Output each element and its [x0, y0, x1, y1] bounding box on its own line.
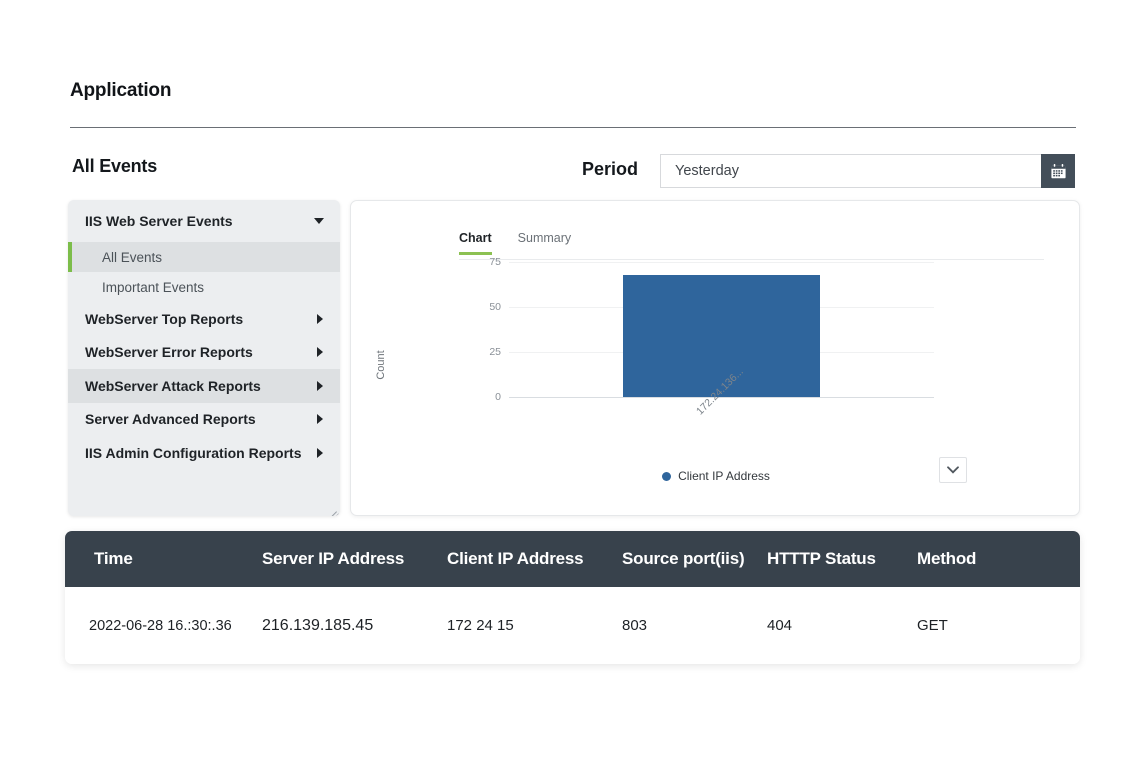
cell-http-status: 404: [767, 587, 917, 664]
chevron-right-icon: [317, 314, 323, 324]
resize-grip-icon[interactable]: [326, 502, 337, 513]
legend-color-swatch: [662, 472, 671, 481]
page-title: Application: [70, 80, 171, 102]
header-divider: [70, 127, 1076, 128]
app-page: Application All Events Period: [0, 0, 1146, 783]
sidebar-item-label: Server Advanced Reports: [85, 411, 256, 427]
period-label: Period: [582, 159, 638, 180]
column-header-client-ip-address[interactable]: Client IP Address: [447, 531, 622, 587]
y-axis-label: Count: [375, 350, 387, 379]
period-input[interactable]: [661, 155, 1041, 187]
sidebar-item-label: WebServer Error Reports: [85, 344, 253, 360]
bar[interactable]: [623, 275, 821, 397]
sidebar-item-webserver-attack-reports[interactable]: WebServer Attack Reports: [68, 369, 340, 403]
chevron-right-icon: [317, 381, 323, 391]
chart-legend: Client IP Address: [351, 469, 1081, 483]
chevron-right-icon: [317, 448, 323, 458]
sidebar-item-label: Important Events: [102, 280, 204, 295]
sidebar-item-label: IIS Admin Configuration Reports: [85, 445, 301, 461]
table-head: Time Server IP Address Client IP Address…: [65, 531, 1080, 587]
column-header-http-status[interactable]: HTTTP Status: [767, 531, 917, 587]
gridline: [509, 262, 934, 263]
table-body: 2022-06-28 16.:30:.36 216.139.185.45 172…: [65, 587, 1080, 664]
y-axis-tick-label: 0: [461, 391, 501, 403]
column-header-server-ip-address[interactable]: Server IP Address: [262, 531, 447, 587]
reports-sidebar: IIS Web Server Events All Events Importa…: [68, 200, 340, 516]
cell-source-port: 803: [622, 587, 767, 664]
sidebar-item-webserver-error-reports[interactable]: WebServer Error Reports: [68, 336, 340, 370]
legend-label: Client IP Address: [678, 469, 770, 483]
period-field[interactable]: [660, 154, 1075, 188]
sidebar-item-label: All Events: [102, 250, 162, 265]
section-title: All Events: [72, 156, 157, 177]
sidebar-item-label: WebServer Top Reports: [85, 311, 243, 327]
column-header-source-port[interactable]: Source port(iis): [622, 531, 767, 587]
cell-method: GET: [917, 587, 1080, 664]
chevron-right-icon: [317, 414, 323, 424]
sidebar-item-webserver-top-reports[interactable]: WebServer Top Reports: [68, 302, 340, 336]
sidebar-item-iis-admin-configuration-reports[interactable]: IIS Admin Configuration Reports: [68, 436, 340, 470]
calendar-button[interactable]: [1041, 154, 1075, 188]
chevron-down-icon: [314, 218, 324, 224]
cell-server-ip: 216.139.185.45: [262, 587, 447, 664]
sidebar-item-important-events[interactable]: Important Events: [68, 272, 340, 302]
y-axis-tick-label: 25: [461, 346, 501, 358]
sidebar-item-all-events[interactable]: All Events: [68, 242, 340, 272]
column-header-method[interactable]: Method: [917, 531, 1080, 587]
events-table: Time Server IP Address Client IP Address…: [65, 531, 1080, 664]
sidebar-group-iis-web-server-events[interactable]: IIS Web Server Events: [68, 200, 340, 242]
table-header-row: Time Server IP Address Client IP Address…: [65, 531, 1080, 587]
column-header-time[interactable]: Time: [65, 531, 262, 587]
sidebar-item-server-advanced-reports[interactable]: Server Advanced Reports: [68, 403, 340, 437]
events-table-card: Time Server IP Address Client IP Address…: [65, 531, 1080, 664]
chevron-right-icon: [317, 347, 323, 357]
sidebar-item-label: WebServer Attack Reports: [85, 378, 261, 394]
y-axis-tick-label: 75: [461, 256, 501, 268]
cell-client-ip: 172 24 15: [447, 587, 622, 664]
table-row[interactable]: 2022-06-28 16.:30:.36 216.139.185.45 172…: [65, 587, 1080, 664]
cell-time: 2022-06-28 16.:30:.36: [65, 587, 262, 664]
sidebar-group-label: IIS Web Server Events: [85, 213, 233, 229]
calendar-icon: [1050, 163, 1067, 180]
chart-card: Chart Summary Count 0255075172.24.136...…: [350, 200, 1080, 516]
y-axis-tick-label: 50: [461, 301, 501, 313]
